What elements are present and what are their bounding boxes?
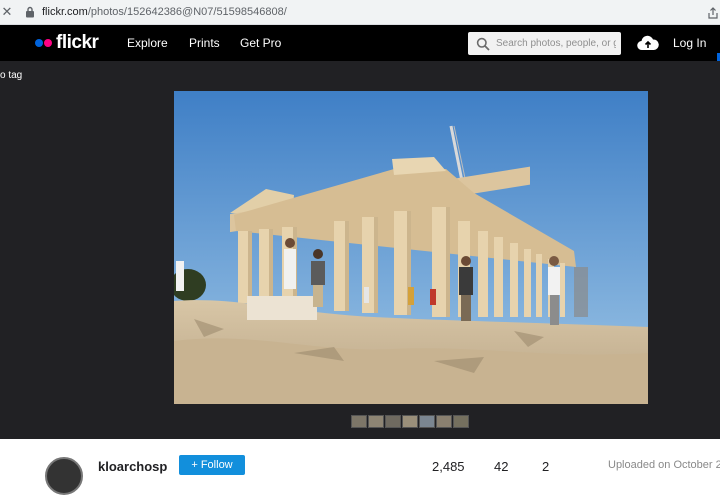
main-photo[interactable]	[174, 91, 648, 404]
browser-address-bar: ✕ flickr.com/photos/152642386@N07/515985…	[0, 0, 720, 25]
filmstrip-thumb[interactable]	[368, 415, 384, 428]
views-count: 2,485	[432, 459, 465, 474]
nav-prints[interactable]: Prints	[189, 36, 220, 50]
filmstrip-thumb[interactable]	[351, 415, 367, 428]
filmstrip-thumb[interactable]	[385, 415, 401, 428]
add-tag-link[interactable]: o tag	[0, 70, 22, 81]
close-icon[interactable]: ✕	[0, 4, 14, 20]
uploaded-date: Uploaded on October 2	[608, 459, 720, 471]
url-path: /photos/152642386@N07/51598546808/	[87, 6, 287, 18]
login-link[interactable]: Log In	[673, 36, 706, 50]
url-host: flickr.com	[42, 6, 88, 18]
logo-pink-dot	[44, 39, 52, 47]
photo-stage: o tag	[0, 61, 720, 439]
owner-name[interactable]: kloarchosp	[98, 459, 167, 474]
search-icon	[476, 37, 490, 51]
filmstrip-thumb[interactable]	[453, 415, 469, 428]
top-nav: flickr Explore Prints Get Pro Log In	[0, 25, 720, 61]
nav-explore[interactable]: Explore	[127, 36, 168, 50]
lock-icon[interactable]	[24, 6, 36, 18]
search-box[interactable]	[468, 32, 621, 55]
filmstrip-thumb[interactable]	[436, 415, 452, 428]
owner-avatar[interactable]	[45, 457, 83, 495]
photo-info-bar: kloarchosp + Follow 2,485 42 2 Uploaded …	[0, 439, 720, 495]
logo-text: flickr	[56, 32, 99, 53]
upload-cloud-icon[interactable]	[637, 35, 659, 51]
share-icon[interactable]	[706, 6, 720, 20]
faves-count: 42	[494, 459, 509, 474]
filmstrip	[351, 415, 469, 428]
url-field[interactable]: flickr.com/photos/152642386@N07/51598546…	[42, 6, 287, 18]
nav-get-pro[interactable]: Get Pro	[240, 36, 281, 50]
comments-count: 2	[542, 459, 550, 474]
search-input[interactable]	[496, 38, 616, 49]
follow-button[interactable]: + Follow	[179, 455, 245, 475]
filmstrip-thumb[interactable]	[419, 415, 435, 428]
flickr-logo[interactable]: flickr	[35, 32, 99, 53]
logo-blue-dot	[35, 39, 43, 47]
filmstrip-thumb[interactable]	[402, 415, 418, 428]
